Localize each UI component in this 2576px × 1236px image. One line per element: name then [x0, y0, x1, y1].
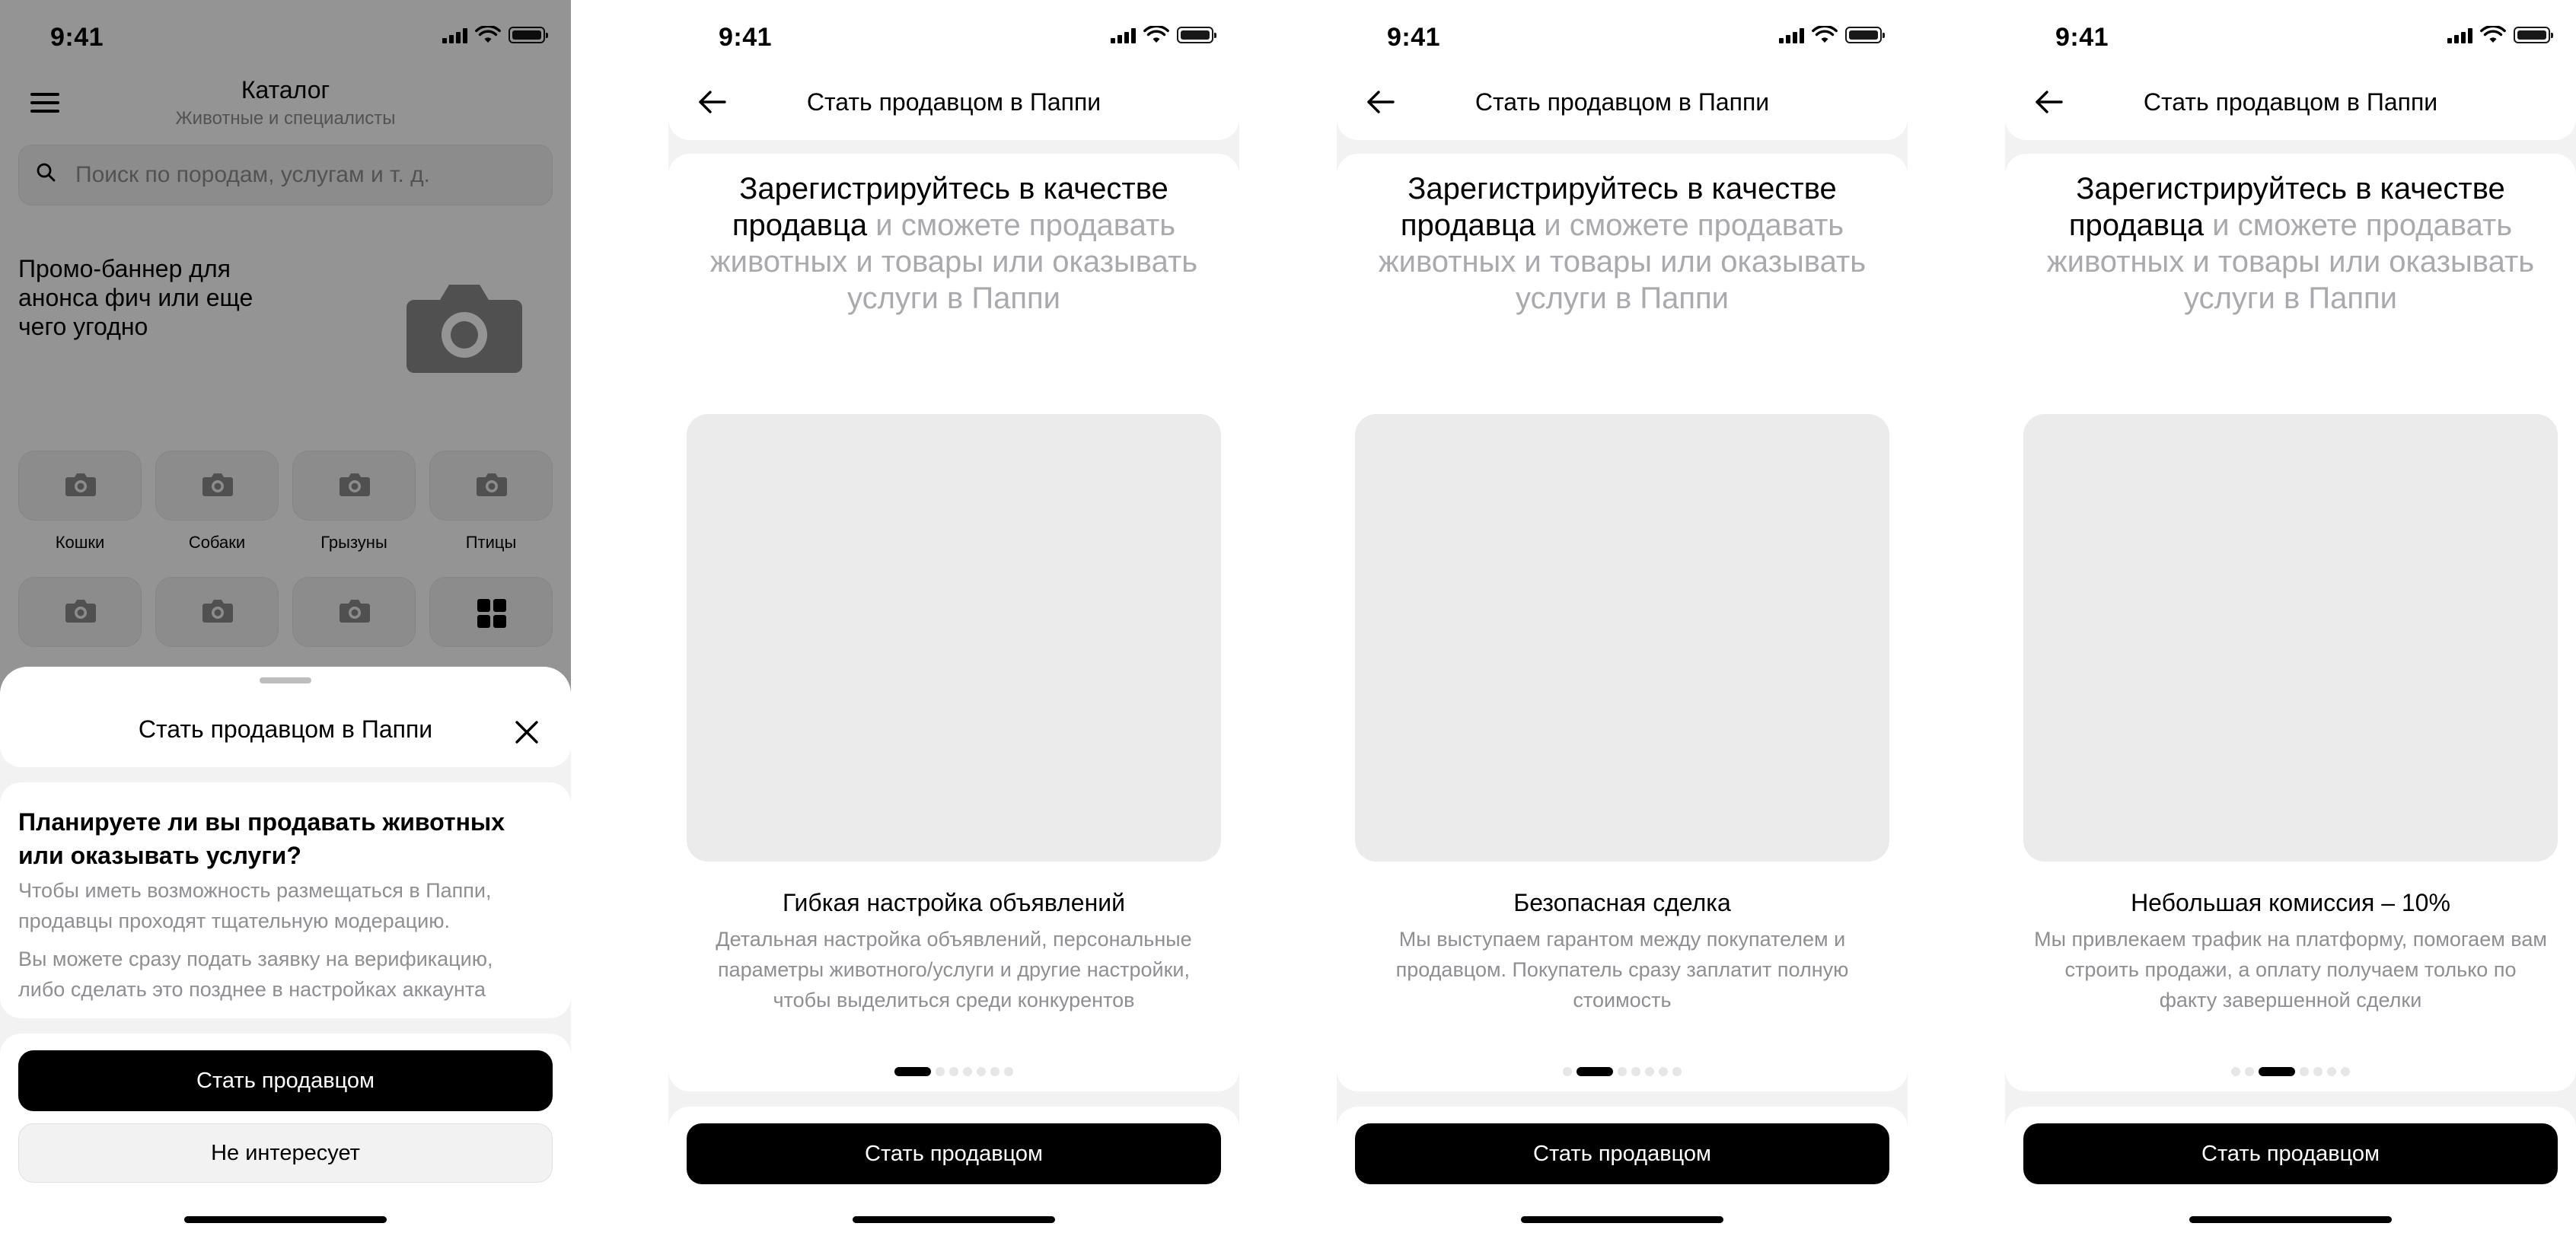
close-icon[interactable] [515, 720, 539, 744]
status-time: 9:41 [719, 23, 773, 52]
page-dot[interactable] [949, 1067, 958, 1076]
page-dot-active[interactable] [2259, 1067, 2295, 1076]
page-dot[interactable] [1631, 1067, 1640, 1076]
become-seller-button[interactable]: Стать продавцом [18, 1050, 553, 1111]
sheet-title: Стать продавцом в Паппи [138, 715, 433, 743]
sheet-question: Планируете ли вы продавать животных или … [18, 808, 505, 869]
cellular-signal-icon [1111, 27, 1136, 43]
onboarding-header: 9:41 Стать продавцом в Паппи [1337, 0, 1908, 140]
page-dot[interactable] [2341, 1067, 2350, 1076]
sheet-paragraph: Вы можете сразу подать заявку на верифик… [18, 948, 493, 1001]
onboarding-screen: 9:41 Стать продавцом в Паппи Зарегистрир… [2005, 0, 2576, 1236]
onboarding-screen: 9:41 Стать продавцом в Паппи Зарегистрир… [1337, 0, 1908, 1236]
page-dot[interactable] [963, 1067, 972, 1076]
onboarding-slide[interactable]: Зарегистрируйтесь в качестве продавца и … [2005, 154, 2576, 1091]
become-seller-sheet: Стать продавцом в Паппи Планируете ли вы… [0, 667, 571, 1236]
status-bar: 9:41 [1337, 0, 1908, 76]
page-indicator[interactable] [668, 1067, 1239, 1076]
not-interested-button[interactable]: Не интересует [18, 1123, 553, 1183]
become-seller-button[interactable]: Стать продавцом [2023, 1123, 2558, 1184]
cellular-signal-icon [2447, 27, 2472, 43]
page-dot[interactable] [1004, 1067, 1013, 1076]
page-title: Стать продавцом в Паппи [1475, 88, 1770, 116]
home-indicator [853, 1216, 1055, 1223]
battery-icon [2514, 27, 2553, 43]
feature-title: Безопасная сделка [1513, 889, 1731, 916]
slide-image-placeholder [687, 414, 1221, 862]
feature-description: Мы привлекаем трафик на платформу, помог… [2034, 928, 2547, 1011]
onboarding-slide[interactable]: Зарегистрируйтесь в качестве продавца и … [1337, 154, 1908, 1091]
slide-image-placeholder [1355, 414, 1889, 862]
onboarding-header: 9:41 Стать продавцом в Паппи [2005, 0, 2576, 140]
page-indicator[interactable] [2005, 1067, 2576, 1076]
cellular-signal-icon [1779, 27, 1804, 43]
sheet-handle[interactable] [260, 677, 311, 683]
sheet-paragraph: Чтобы иметь возможность размещаться в Па… [18, 879, 492, 932]
become-seller-button[interactable]: Стать продавцом [1355, 1123, 1889, 1184]
page-dot[interactable] [1672, 1067, 1682, 1076]
battery-icon [1177, 27, 1216, 43]
page-title: Стать продавцом в Паппи [806, 88, 1101, 116]
battery-icon [1845, 27, 1885, 43]
catalog-screen: 9:41 Каталог Животные и специалисты Поис… [0, 0, 571, 1236]
page-dot[interactable] [1563, 1067, 1572, 1076]
page-indicator[interactable] [1337, 1067, 1908, 1076]
page-dot[interactable] [1659, 1067, 1668, 1076]
home-indicator [184, 1216, 387, 1223]
onboarding-slide[interactable]: Зарегистрируйтесь в качестве продавца и … [668, 154, 1239, 1091]
home-indicator [2189, 1216, 2392, 1223]
home-indicator [1521, 1216, 1723, 1223]
status-bar: 9:41 [668, 0, 1239, 76]
status-time: 9:41 [2055, 23, 2109, 52]
page-title: Стать продавцом в Паппи [2143, 88, 2438, 116]
feature-description: Мы выступаем гарантом между покупателем … [1395, 928, 1849, 1011]
hero-text: Зарегистрируйтесь в качестве продавца и … [2046, 172, 2535, 315]
wifi-icon [1812, 26, 1838, 43]
feature-title: Небольшая комиссия – 10% [2131, 889, 2450, 916]
page-dot[interactable] [2300, 1067, 2309, 1076]
hero-text: Зарегистрируйтесь в качестве продавца и … [1378, 172, 1867, 315]
onboarding-header: 9:41 Стать продавцом в Паппи [668, 0, 1239, 140]
wifi-icon [2480, 26, 2506, 43]
slide-image-placeholder [2023, 414, 2558, 862]
page-dot[interactable] [2313, 1067, 2323, 1076]
page-dot[interactable] [2327, 1067, 2336, 1076]
page-dot[interactable] [2231, 1067, 2240, 1076]
status-bar: 9:41 [2005, 0, 2576, 76]
page-dot[interactable] [990, 1067, 999, 1076]
feature-title: Гибкая настройка объявлений [783, 889, 1125, 916]
page-dot[interactable] [2245, 1067, 2254, 1076]
onboarding-screen: 9:41 Стать продавцом в Паппи Зарегистрир… [668, 0, 1239, 1236]
feature-description: Детальная настройка объявлений, персонал… [716, 928, 1192, 1011]
page-dot[interactable] [1618, 1067, 1627, 1076]
page-dot[interactable] [936, 1067, 945, 1076]
page-dot[interactable] [977, 1067, 986, 1076]
page-dot-active[interactable] [894, 1067, 931, 1076]
wifi-icon [1143, 26, 1169, 43]
become-seller-button[interactable]: Стать продавцом [687, 1123, 1221, 1184]
page-dot-active[interactable] [1577, 1067, 1613, 1076]
hero-text: Зарегистрируйтесь в качестве продавца и … [709, 172, 1198, 315]
status-time: 9:41 [1387, 23, 1441, 52]
page-dot[interactable] [1645, 1067, 1654, 1076]
